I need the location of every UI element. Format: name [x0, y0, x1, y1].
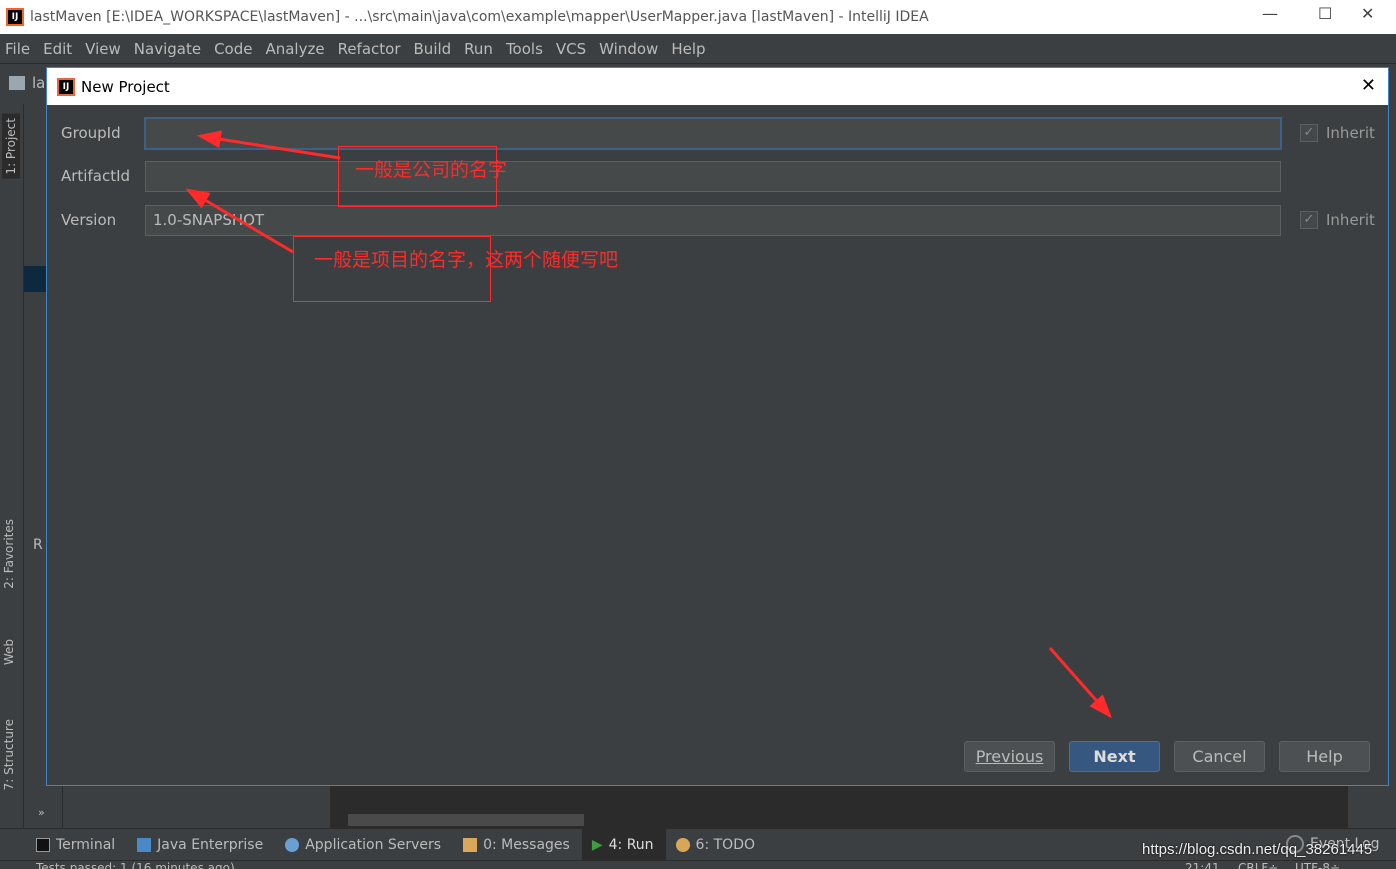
todo-icon	[675, 837, 690, 852]
run-icon: ▶	[591, 836, 603, 853]
tool-terminal[interactable]: Terminal	[26, 829, 127, 861]
encoding[interactable]: UTF-8÷	[1295, 861, 1340, 869]
tool-messages-label: 0: Messages	[483, 836, 570, 853]
bottom-tool-bar: Terminal Java Enterprise Application Ser…	[0, 828, 1396, 861]
tool-todo[interactable]: 6: TODO	[666, 829, 767, 861]
status-bar: Tests passed: 1 (16 minutes ago) 21:41 C…	[0, 860, 1396, 869]
tool-run[interactable]: ▶ 4: Run	[581, 828, 666, 861]
cursor-position[interactable]: 21:41	[1185, 861, 1220, 869]
status-message: Tests passed: 1 (16 minutes ago)	[36, 861, 235, 869]
app-servers-icon	[285, 837, 300, 852]
tool-todo-label: 6: TODO	[695, 836, 755, 853]
tool-java-enterprise[interactable]: Java Enterprise	[127, 829, 275, 861]
arrow-to-groupid	[197, 130, 341, 160]
tool-application-servers-label: Application Servers	[305, 836, 442, 853]
watermark: https://blog.csdn.net/qq_38261445	[1142, 841, 1373, 858]
java-enterprise-icon	[137, 837, 152, 852]
line-separator[interactable]: CRLF÷	[1238, 861, 1278, 869]
tool-application-servers[interactable]: Application Servers	[275, 829, 453, 861]
annotation-arrows	[185, 130, 1112, 719]
arrow-to-artifactid	[185, 188, 294, 254]
tool-run-label: 4: Run	[608, 836, 654, 853]
tool-java-enterprise-label: Java Enterprise	[157, 836, 264, 853]
arrow-to-next	[1048, 647, 1112, 719]
tool-messages[interactable]: 0: Messages	[453, 829, 582, 861]
tool-terminal-label: Terminal	[56, 836, 116, 853]
messages-icon	[463, 837, 478, 852]
terminal-icon	[36, 837, 50, 852]
